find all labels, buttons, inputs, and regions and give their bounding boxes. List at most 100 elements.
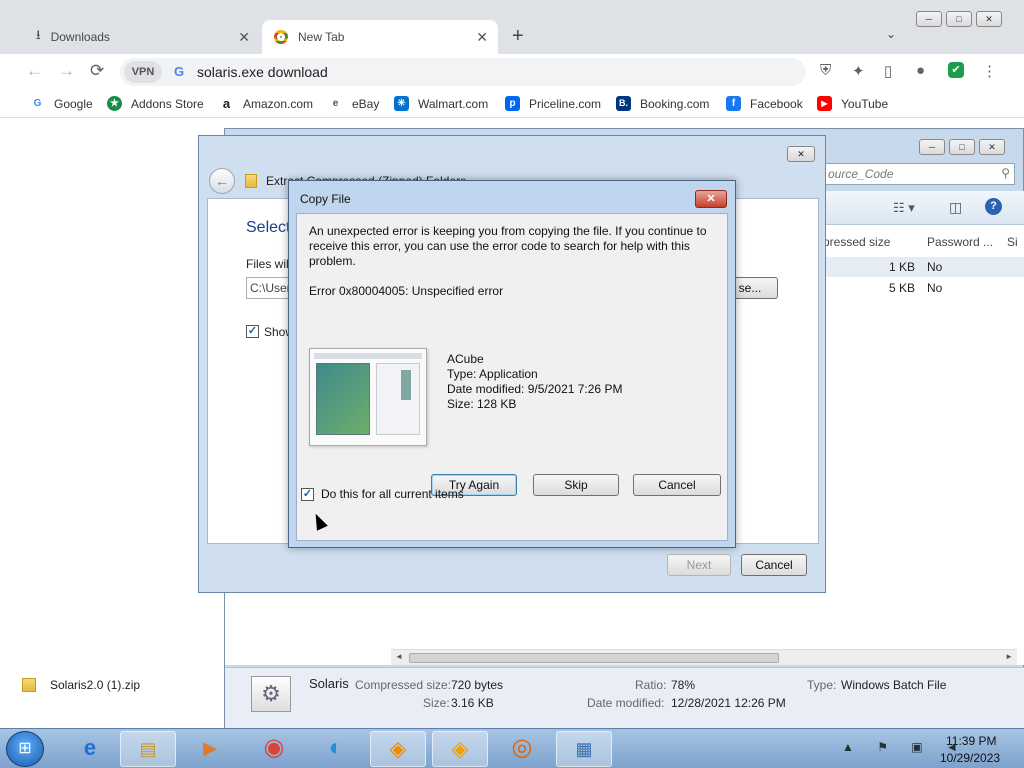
facebook-icon: f [726, 96, 741, 111]
start-button[interactable]: ⊞ [6, 731, 44, 767]
window-controls: ─ □ ✕ [916, 11, 1002, 27]
date-modified-label: Date modified: [587, 696, 665, 710]
tab-search-icon[interactable]: ⌄ [886, 27, 896, 41]
search-input[interactable]: ource_Code ⚲ [823, 163, 1015, 185]
youtube-icon: ▶ [817, 96, 832, 111]
type-label: Type: [807, 678, 837, 692]
minimize-button[interactable]: ─ [916, 11, 942, 27]
view-options-icon[interactable]: ☷ ▾ [893, 200, 915, 216]
file-name: ACube [447, 352, 484, 366]
avast-browser-icon[interactable]: ◈ [432, 731, 488, 767]
bookmark-priceline[interactable]: p Priceline.com [505, 96, 601, 111]
back-arrow-icon[interactable]: ← [209, 168, 235, 194]
row-size: 5 KB [889, 281, 916, 295]
bookmark-amazon[interactable]: a Amazon.com [219, 96, 313, 111]
bookmark-label: Addons Store [131, 96, 204, 111]
bookmark-google[interactable]: G Google [30, 96, 93, 111]
media-player-icon[interactable]: ▶ [182, 731, 238, 767]
browser-toolbar: ← → ⟳ VPN G solaris.exe download ⛨ ✦ ▯ ●… [0, 54, 1024, 90]
bookmark-label: Facebook [750, 96, 803, 111]
zip-folder-icon [245, 174, 257, 188]
new-tab-button[interactable]: + [512, 25, 524, 48]
clock-date[interactable]: 10/29/2023 [940, 751, 1000, 765]
address-text[interactable]: solaris.exe download [197, 64, 328, 80]
amazon-icon: a [219, 96, 234, 111]
horizontal-scrollbar[interactable]: ◄ ► [391, 649, 1017, 665]
tab-new-tab[interactable]: New Tab ✕ [262, 20, 498, 54]
help-icon[interactable]: ? [985, 198, 1002, 215]
column-password[interactable]: Password ... [927, 235, 993, 249]
bookmark-booking[interactable]: B. Booking.com [616, 96, 709, 111]
column-size[interactable]: Si [1007, 235, 1018, 249]
clock-time[interactable]: 11:39 PM [946, 734, 996, 748]
download-icon: ⭳ [36, 27, 41, 42]
tab-title: New Tab [298, 30, 345, 44]
maximize-button[interactable]: □ [946, 11, 972, 27]
vpn-badge[interactable]: VPN [124, 61, 162, 83]
destination-value: C:\User [250, 281, 291, 295]
scroll-thumb[interactable] [409, 653, 779, 663]
edge-icon[interactable]: ◐ [308, 731, 364, 767]
tab-close-icon[interactable]: ✕ [238, 29, 250, 46]
search-icon: ⚲ [1001, 166, 1010, 180]
priceline-icon: p [505, 96, 520, 111]
menu-icon[interactable]: ⋮ [982, 62, 997, 80]
close-button[interactable]: ✕ [787, 146, 815, 162]
explorer-window-controls: ─ □ ✕ [919, 139, 1005, 155]
bookmark-label: Walmart.com [418, 96, 489, 111]
avast-icon[interactable]: ◈ [370, 731, 426, 767]
bookmark-ebay[interactable]: e eBay [328, 96, 379, 111]
taskbar: ⊞ e ▤ ▶ ◉ ◐ ◈ ◈ ◎ ▦ ▲ ⚑ ▣ ◄ 11:39 PM 10/… [0, 728, 1024, 768]
security-extension-icon[interactable]: ✔ [948, 62, 964, 78]
tab-close-icon[interactable]: ✕ [476, 29, 488, 46]
file-explorer-icon[interactable]: ▤ [120, 731, 176, 767]
thumbnail-sidebar [376, 363, 420, 435]
scroll-left-icon[interactable]: ◄ [395, 652, 403, 661]
close-button[interactable]: ✕ [695, 190, 727, 208]
maximize-button[interactable]: □ [949, 139, 975, 155]
close-button[interactable]: ✕ [976, 11, 1002, 27]
forward-button[interactable]: → [58, 61, 75, 81]
extensions-icon[interactable]: ✦ [852, 62, 865, 80]
preview-pane-icon[interactable]: ◫ [949, 199, 962, 216]
bookmark-youtube[interactable]: ▶ YouTube [817, 96, 888, 111]
download-item[interactable]: Solaris2.0 (1).zip [22, 678, 140, 692]
skip-button[interactable]: Skip [533, 474, 619, 496]
minimize-button[interactable]: ─ [919, 139, 945, 155]
bookmark-addons-store[interactable]: ★ Addons Store [107, 96, 204, 111]
firefox-icon[interactable]: ◎ [494, 731, 550, 767]
wizard-heading: Select [246, 219, 291, 236]
back-button[interactable]: ← [26, 61, 43, 81]
cancel-button[interactable]: Cancel [741, 554, 807, 576]
cancel-button[interactable]: Cancel [633, 474, 721, 496]
next-button[interactable]: Next [667, 554, 731, 576]
download-filename[interactable]: Solaris2.0 (1).zip [50, 678, 140, 692]
ebay-icon: e [328, 96, 343, 111]
bookmark-label: YouTube [841, 96, 889, 111]
sidebar-icon[interactable]: ▯ [884, 62, 892, 80]
error-code: Error 0x80004005: Unspecified error [309, 284, 504, 298]
network-app-icon[interactable]: ▦ [556, 731, 612, 767]
internet-explorer-icon[interactable]: e [62, 731, 118, 767]
search-text: ource_Code [828, 167, 894, 181]
column-compressed-size[interactable]: pressed size [823, 235, 890, 249]
compressed-size-value: 720 bytes [451, 678, 504, 692]
chrome-icon[interactable]: ◉ [246, 731, 302, 767]
shield-icon[interactable]: ⛨ [820, 62, 831, 79]
error-message: An unexpected error is keeping you from … [309, 224, 707, 268]
bookmark-label: Amazon.com [243, 96, 314, 111]
apply-all-label[interactable]: Do this for all current items [321, 487, 464, 501]
apply-all-checkbox[interactable]: ✓ [301, 488, 314, 501]
tab-title: Downloads [50, 30, 110, 44]
scroll-right-icon[interactable]: ► [1005, 652, 1013, 661]
address-bar[interactable]: VPN G solaris.exe download [120, 58, 806, 86]
bookmark-walmart[interactable]: ✳ Walmart.com [394, 96, 488, 111]
reload-button[interactable]: ⟳ [90, 61, 104, 81]
profile-icon[interactable]: ● [916, 62, 925, 79]
show-files-checkbox[interactable]: ✓ [246, 325, 259, 338]
close-button[interactable]: ✕ [979, 139, 1005, 155]
addons-store-icon: ★ [107, 96, 122, 111]
bookmarks-bar: G Google ★ Addons Store a Amazon.com e eBay … [0, 90, 1024, 118]
bookmark-facebook[interactable]: f Facebook [726, 96, 803, 111]
tab-downloads[interactable]: ⭳ Downloads ✕ [24, 20, 260, 54]
